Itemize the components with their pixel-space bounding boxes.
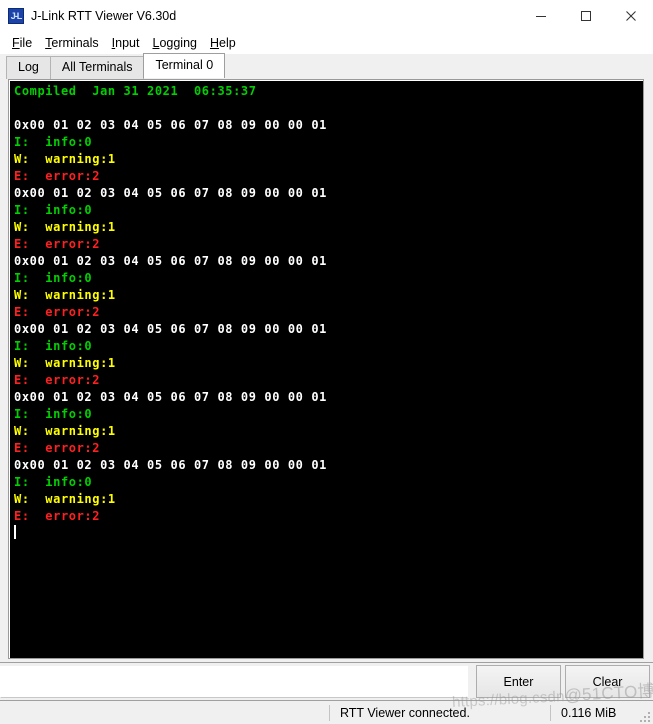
menu-mnemonic-file: F xyxy=(12,36,20,50)
terminal-line: E: error:2 xyxy=(14,237,101,251)
enter-button[interactable]: Enter xyxy=(476,665,561,698)
minimize-button[interactable] xyxy=(518,0,563,31)
menu-mnemonic-help: H xyxy=(209,36,220,50)
terminal-line: W: warning:1 xyxy=(14,152,116,166)
minimize-icon xyxy=(535,15,546,17)
terminal-line: I: info:0 xyxy=(14,339,93,353)
command-input[interactable] xyxy=(0,665,468,698)
menu-bar: File Terminals Input Logging Help xyxy=(0,32,653,54)
terminal-line: I: info:0 xyxy=(14,475,93,489)
title-bar: J-L J-Link RTT Viewer V6.30d xyxy=(0,0,653,32)
terminal-line: I: info:0 xyxy=(14,203,93,217)
menu-label-help: elp xyxy=(219,36,236,50)
tab-log[interactable]: Log xyxy=(6,56,51,79)
window-controls xyxy=(518,0,653,31)
tab-strip: Log All Terminals Terminal 0 xyxy=(0,53,653,79)
menu-label-file: ile xyxy=(19,36,33,50)
terminal-line: E: error:2 xyxy=(14,373,101,387)
terminal-line: Compiled Jan 31 2021 06:35:37 xyxy=(14,84,257,98)
terminal-line: 0x00 01 02 03 04 05 06 07 08 09 00 00 01 xyxy=(14,118,327,132)
terminal-line: W: warning:1 xyxy=(14,492,116,506)
terminal-line: E: error:2 xyxy=(14,305,101,319)
menu-item-help[interactable]: Help xyxy=(204,35,243,51)
terminal-line: W: warning:1 xyxy=(14,424,116,438)
status-connection: RTT Viewer connected. xyxy=(340,705,470,720)
jlink-app-icon-glyph: J-L xyxy=(10,10,23,21)
terminal-line: W: warning:1 xyxy=(14,288,116,302)
terminal-line: 0x00 01 02 03 04 05 06 07 08 09 00 00 01 xyxy=(14,322,327,336)
clear-button[interactable]: Clear xyxy=(565,665,650,698)
terminal-line: E: error:2 xyxy=(14,169,101,183)
terminal-line: W: warning:1 xyxy=(14,356,116,370)
terminal-line: I: info:0 xyxy=(14,407,93,421)
close-button[interactable] xyxy=(608,0,653,31)
jlink-rtt-viewer-window: J-L J-Link RTT Viewer V6.30d File Termin… xyxy=(0,0,653,724)
terminal-cursor-line xyxy=(14,525,642,542)
menu-item-terminals[interactable]: Terminals xyxy=(39,35,106,51)
terminal-line: I: info:0 xyxy=(14,271,93,285)
menu-label-logging: ogging xyxy=(159,36,197,50)
menu-item-logging[interactable]: Logging xyxy=(146,35,204,51)
terminal-line: I: info:0 xyxy=(14,135,93,149)
window-title: J-Link RTT Viewer V6.30d xyxy=(31,8,177,23)
terminal-text-area[interactable]: Compiled Jan 31 2021 06:35:37 0x00 01 02 … xyxy=(11,81,642,657)
close-icon xyxy=(625,10,636,21)
status-bar: RTT Viewer connected. 0.116 MiB xyxy=(0,700,653,724)
menu-item-input[interactable]: Input xyxy=(106,35,147,51)
maximize-icon xyxy=(580,10,591,21)
terminal-line: W: warning:1 xyxy=(14,220,116,234)
menu-label-input: nput xyxy=(115,36,140,50)
terminal-line: 0x00 01 02 03 04 05 06 07 08 09 00 00 01 xyxy=(14,254,327,268)
tab-terminal-0[interactable]: Terminal 0 xyxy=(143,53,226,78)
menu-item-file[interactable]: File xyxy=(6,35,39,51)
maximize-button[interactable] xyxy=(563,0,608,31)
terminal-line: E: error:2 xyxy=(14,509,101,523)
menu-label-terminals: erminals xyxy=(51,36,99,50)
input-row: Enter Clear xyxy=(0,662,653,700)
terminal-line: 0x00 01 02 03 04 05 06 07 08 09 00 00 01 xyxy=(14,458,327,472)
terminal-line: E: error:2 xyxy=(14,441,101,455)
jlink-app-icon: J-L xyxy=(8,7,24,24)
tab-all-terminals[interactable]: All Terminals xyxy=(49,56,145,79)
terminal-output-panel[interactable]: Compiled Jan 31 2021 06:35:37 0x00 01 02 … xyxy=(8,79,644,659)
terminal-line: 0x00 01 02 03 04 05 06 07 08 09 00 00 01 xyxy=(14,186,327,200)
terminal-cursor xyxy=(14,525,16,539)
terminal-line: 0x00 01 02 03 04 05 06 07 08 09 00 00 01 xyxy=(14,390,327,404)
resize-grip[interactable] xyxy=(638,710,650,722)
